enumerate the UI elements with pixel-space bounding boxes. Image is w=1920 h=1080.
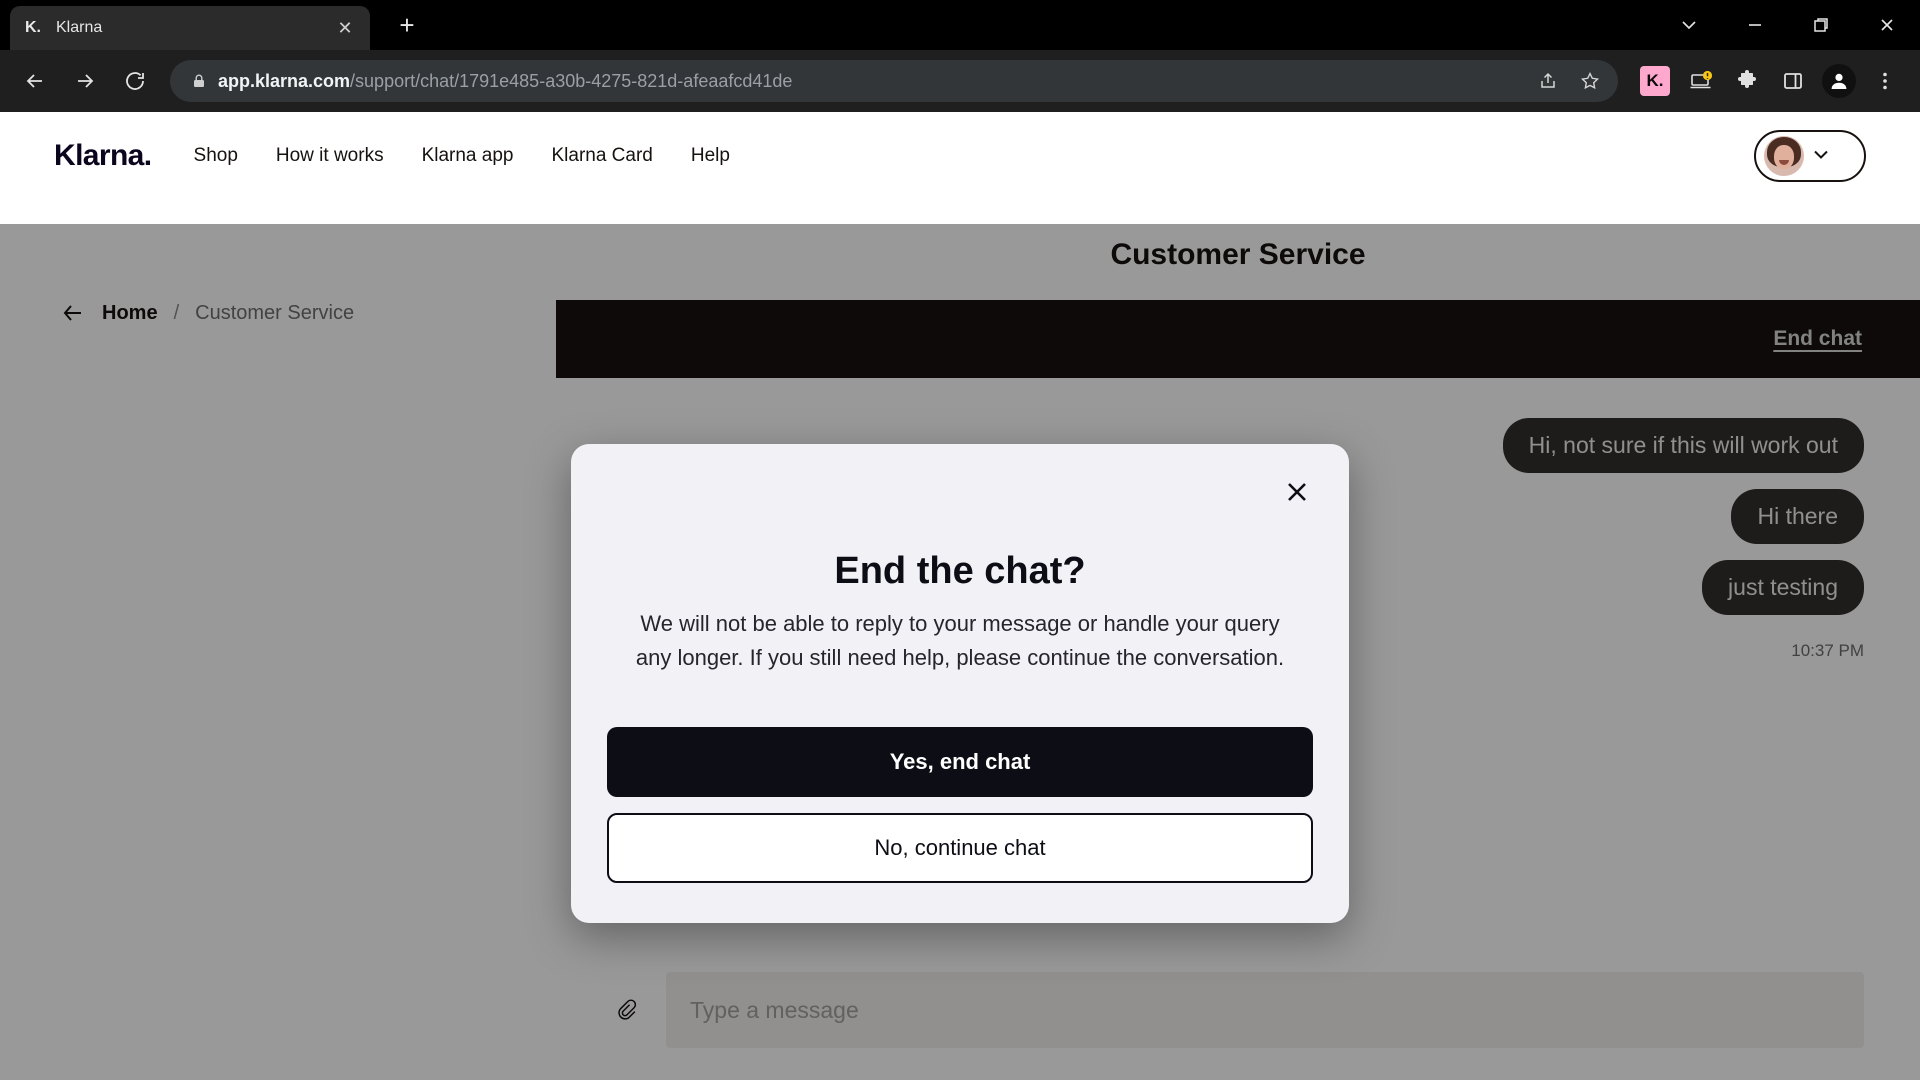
profile-avatar-icon[interactable] bbox=[1818, 60, 1860, 102]
puzzle-icon[interactable] bbox=[1726, 60, 1768, 102]
chevron-down-icon bbox=[1810, 143, 1832, 170]
share-icon[interactable] bbox=[1530, 63, 1566, 99]
browser-window: K. Klarna ✕ + app.klarna.com/support/cha… bbox=[0, 0, 1920, 1080]
nav-item-klarna-card[interactable]: Klarna Card bbox=[551, 145, 652, 167]
laptop-alert-icon[interactable] bbox=[1680, 60, 1722, 102]
modal-overlay[interactable]: End the chat? We will not be able to rep… bbox=[0, 224, 1920, 1080]
close-window-icon[interactable] bbox=[1854, 0, 1920, 50]
dialog-title: End the chat? bbox=[834, 550, 1086, 592]
url-domain: app.klarna.com bbox=[218, 70, 351, 91]
address-bar[interactable]: app.klarna.com/support/chat/1791e485-a30… bbox=[170, 60, 1618, 102]
tab-title: Klarna bbox=[56, 19, 103, 36]
side-panel-icon[interactable] bbox=[1772, 60, 1814, 102]
browser-toolbar: app.klarna.com/support/chat/1791e485-a30… bbox=[0, 50, 1920, 112]
tab-search-chevron-icon[interactable] bbox=[1656, 0, 1722, 50]
window-controls bbox=[1656, 0, 1920, 50]
site-header: Klarna. Shop How it works Klarna app Kla… bbox=[0, 112, 1920, 200]
url-path: /support/chat/1791e485-a30b-4275-821d-af… bbox=[350, 70, 793, 91]
dialog-actions: Yes, end chat No, continue chat bbox=[607, 727, 1313, 884]
end-chat-dialog: End the chat? We will not be able to rep… bbox=[571, 444, 1349, 924]
account-menu-button[interactable] bbox=[1754, 130, 1866, 182]
klarna-extension-icon[interactable]: K. bbox=[1634, 60, 1676, 102]
forward-button-icon[interactable] bbox=[64, 60, 106, 102]
minimize-window-icon[interactable] bbox=[1722, 0, 1788, 50]
browser-tab-klarna[interactable]: K. Klarna ✕ bbox=[10, 6, 370, 50]
reload-button-icon[interactable] bbox=[114, 60, 156, 102]
dialog-body-text: We will not be able to reply to your mes… bbox=[635, 611, 1285, 671]
no-continue-chat-button[interactable]: No, continue chat bbox=[607, 813, 1313, 884]
back-button-icon[interactable] bbox=[14, 60, 56, 102]
new-tab-button[interactable]: + bbox=[390, 8, 424, 42]
nav-item-shop[interactable]: Shop bbox=[194, 145, 238, 167]
avatar bbox=[1764, 136, 1804, 176]
extension-icons: K. bbox=[1634, 60, 1906, 102]
star-icon[interactable] bbox=[1572, 63, 1608, 99]
close-icon[interactable] bbox=[1275, 470, 1319, 514]
yes-end-chat-button[interactable]: Yes, end chat bbox=[607, 727, 1313, 798]
tab-strip: K. Klarna ✕ + bbox=[0, 0, 1920, 50]
nav-item-klarna-app[interactable]: Klarna app bbox=[422, 145, 514, 167]
klarna-favicon-icon: K. bbox=[25, 19, 41, 36]
omnibox-actions bbox=[1530, 63, 1608, 99]
lock-icon bbox=[188, 73, 210, 89]
page-viewport: Klarna. Shop How it works Klarna app Kla… bbox=[0, 112, 1920, 1080]
nav-item-how-it-works[interactable]: How it works bbox=[276, 145, 384, 167]
main-nav: Shop How it works Klarna app Klarna Card… bbox=[194, 145, 730, 167]
tab-close-icon[interactable]: ✕ bbox=[332, 15, 358, 41]
three-dot-menu-icon[interactable] bbox=[1864, 60, 1906, 102]
nav-item-help[interactable]: Help bbox=[691, 145, 730, 167]
url-text: app.klarna.com/support/chat/1791e485-a30… bbox=[218, 71, 1530, 92]
klarna-logo[interactable]: Klarna. bbox=[54, 139, 152, 173]
maximize-window-icon[interactable] bbox=[1788, 0, 1854, 50]
